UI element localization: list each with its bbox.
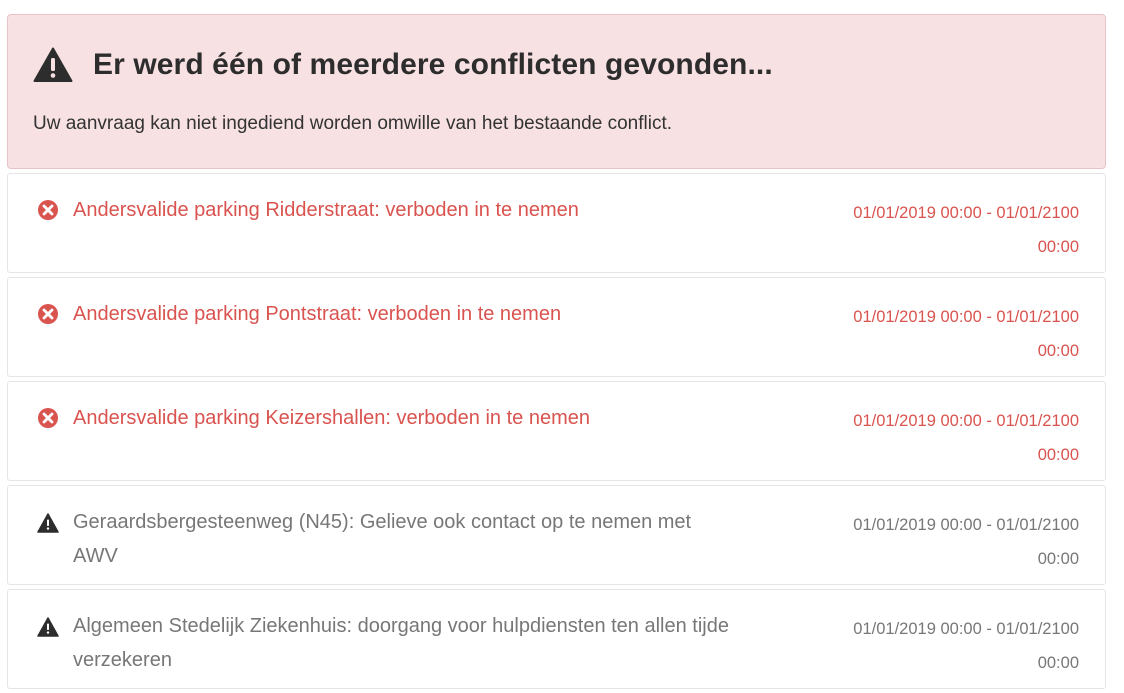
conflict-description: Andersvalide parking Ridderstraat: verbo… [73,199,579,221]
conflict-period: 01/01/2019 00:00 - 01/01/2100 00:00 [779,404,1079,472]
conflict-period: 01/01/2019 00:00 - 01/01/2100 00:00 [779,196,1079,264]
period-end-time: 00:00 [1037,550,1079,568]
conflict-item: Andersvalide parking Ridderstraat: verbo… [7,173,1106,273]
conflict-description: Algemeen Stedelijk Ziekenhuis: doorgang … [73,615,729,671]
warning-triangle-icon [33,47,73,82]
conflict-period: 01/01/2019 00:00 - 01/01/2100 00:00 [779,300,1079,368]
alert-title: Er werd één of meerdere conflicten gevon… [93,48,773,81]
period-range: 01/01/2019 00:00 - 01/01/2100 [853,412,1079,430]
conflict-alert: Er werd één of meerdere conflicten gevon… [7,14,1106,169]
warning-triangle-icon [37,617,59,637]
conflict-item: Algemeen Stedelijk Ziekenhuis: doorgang … [7,589,1106,689]
alert-header: Er werd één of meerdere conflicten gevon… [33,15,1080,113]
conflict-description: Andersvalide parking Keizershallen: verb… [73,407,590,429]
error-circle-icon [38,304,58,324]
error-circle-icon [38,200,58,220]
conflict-item: Geraardsbergesteenweg (N45): Gelieve ook… [7,485,1106,585]
conflict-item: Andersvalide parking Pontstraat: verbode… [7,277,1106,377]
conflict-description: Andersvalide parking Pontstraat: verbode… [73,303,562,325]
period-range: 01/01/2019 00:00 - 01/01/2100 [853,620,1079,638]
period-end-time: 00:00 [1037,342,1079,360]
period-end-time: 00:00 [1037,238,1079,256]
conflict-item: Andersvalide parking Keizershallen: verb… [7,381,1106,481]
period-end-time: 00:00 [1037,446,1079,464]
error-circle-icon [38,408,58,428]
conflict-description: Geraardsbergesteenweg (N45): Gelieve ook… [73,511,692,567]
warning-triangle-icon [37,513,59,533]
period-range: 01/01/2019 00:00 - 01/01/2100 [853,516,1079,534]
period-range: 01/01/2019 00:00 - 01/01/2100 [853,204,1079,222]
conflict-period: 01/01/2019 00:00 - 01/01/2100 00:00 [779,612,1079,680]
conflict-period: 01/01/2019 00:00 - 01/01/2100 00:00 [779,508,1079,576]
period-range: 01/01/2019 00:00 - 01/01/2100 [853,308,1079,326]
period-end-time: 00:00 [1037,654,1079,672]
alert-message: Uw aanvraag kan niet ingediend worden om… [33,113,673,134]
conflict-list: Andersvalide parking Ridderstraat: verbo… [7,173,1106,689]
conflict-panel: Er werd één of meerdere conflicten gevon… [7,14,1106,693]
